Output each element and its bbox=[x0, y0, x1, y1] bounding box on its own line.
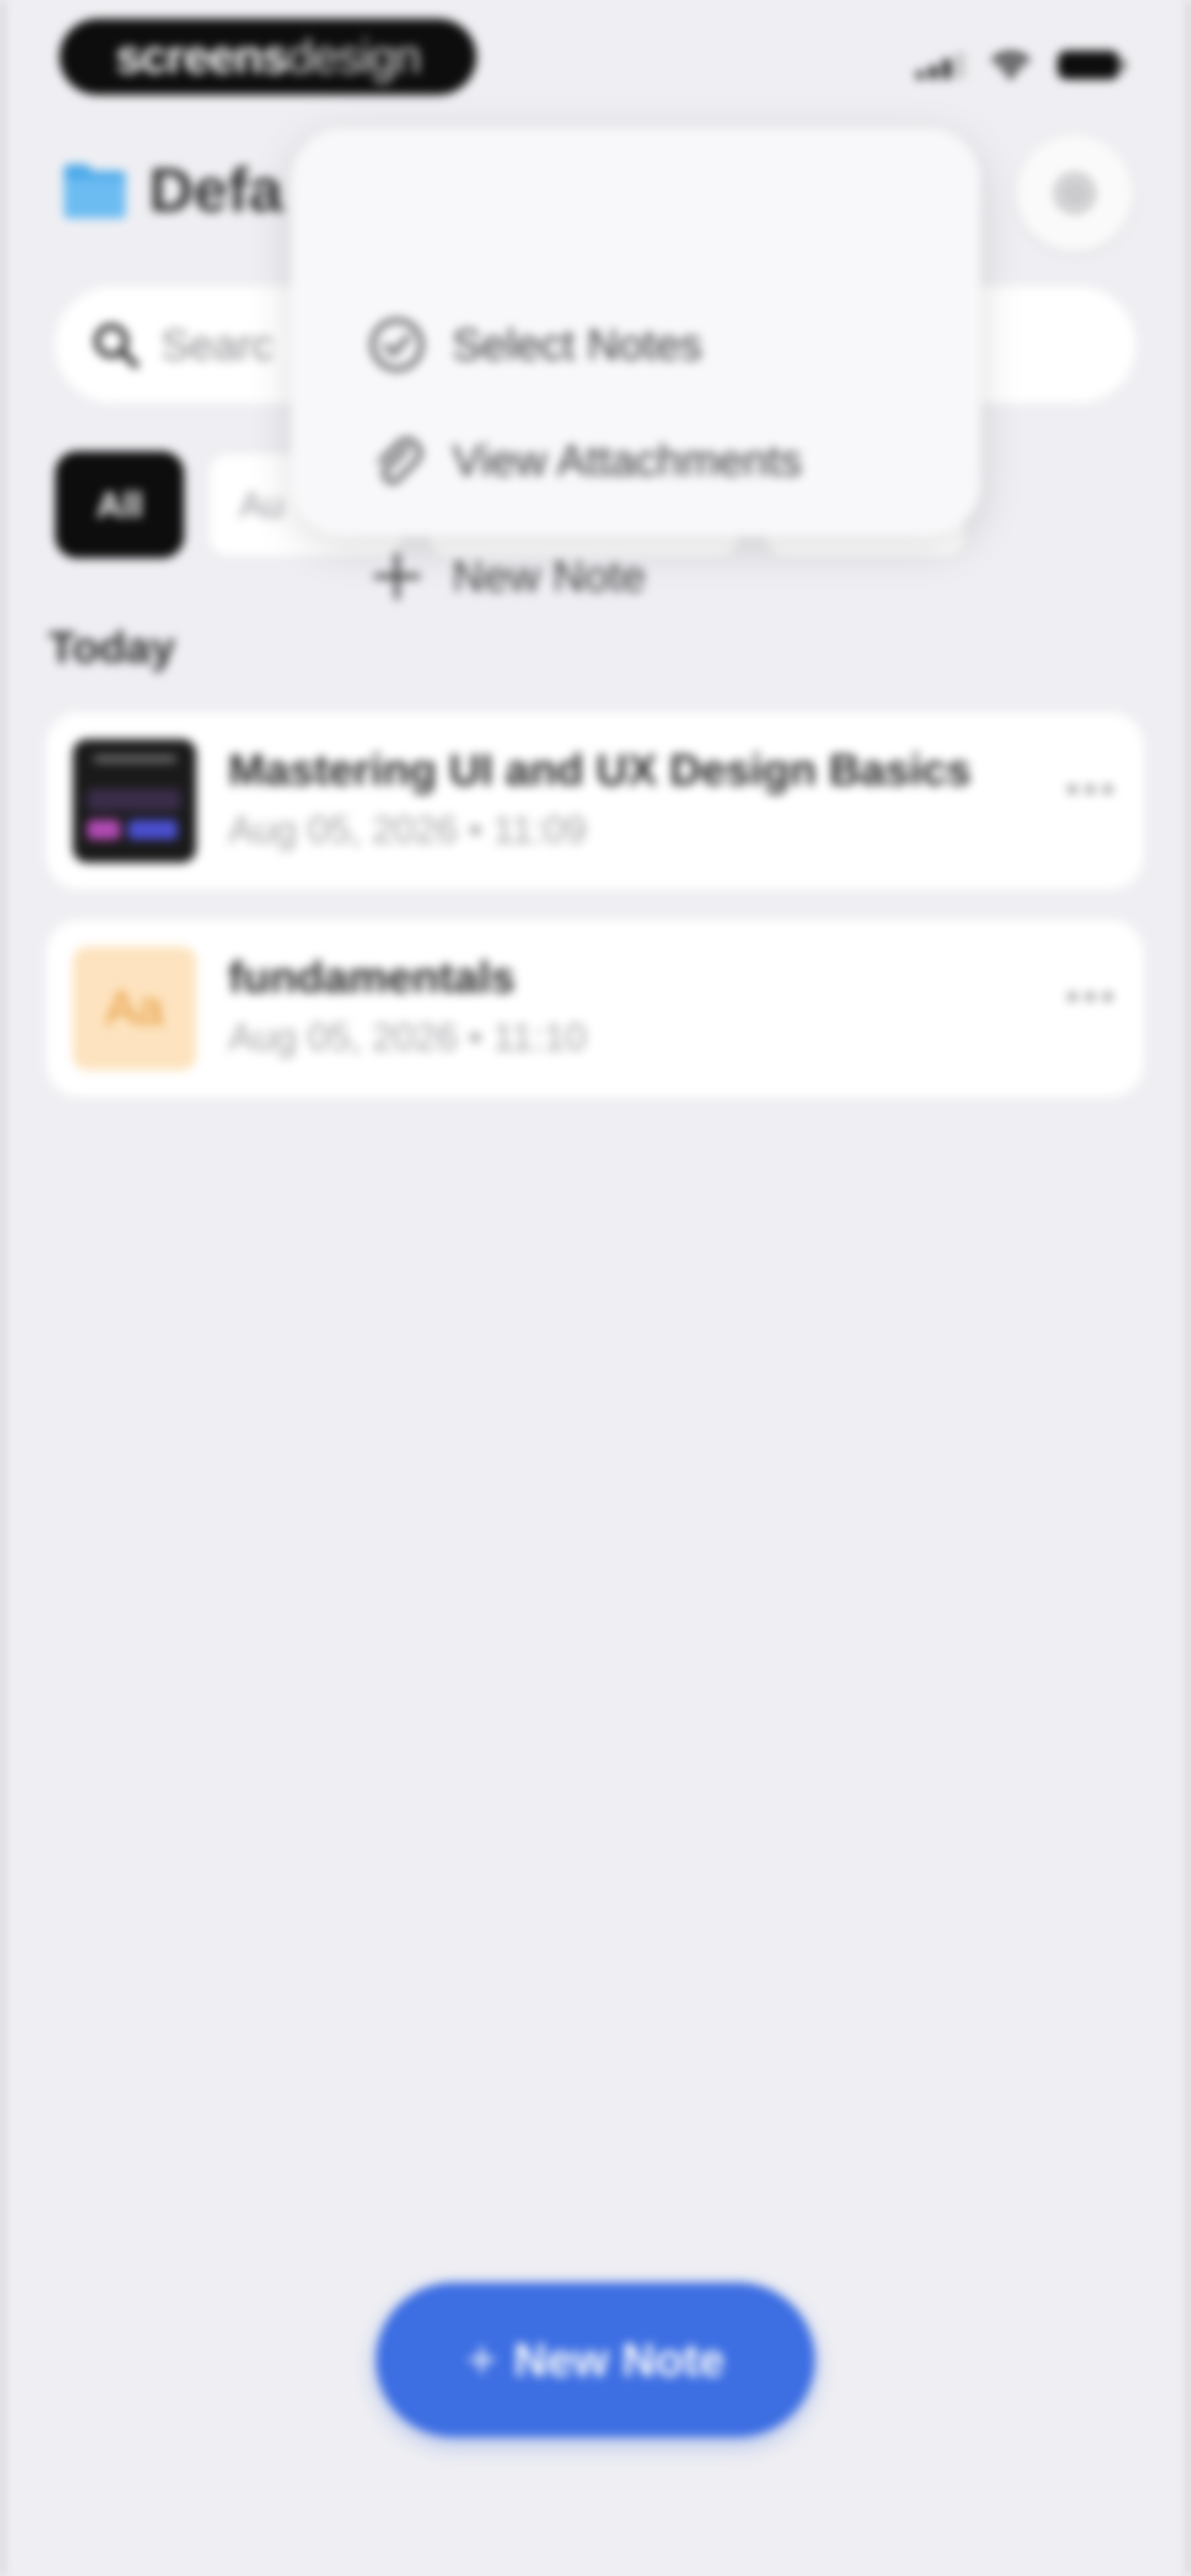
more-options-icon[interactable] bbox=[1067, 992, 1113, 1002]
note-date: Aug 05, 2026 • 11:09 bbox=[228, 808, 587, 851]
new-note-label: New Note bbox=[513, 2333, 725, 2386]
check-circle-icon bbox=[368, 316, 426, 373]
filter-chip-all[interactable]: All bbox=[55, 451, 184, 558]
new-note-button[interactable]: + New Note bbox=[376, 2283, 815, 2437]
note-card[interactable]: Aa fundamentals Aug 05, 2026 • 11:10 bbox=[46, 920, 1144, 1097]
frame-edge-left bbox=[0, 0, 3, 2576]
logo-bold-text: screens bbox=[115, 30, 288, 83]
plus-icon bbox=[368, 548, 426, 605]
menu-item-select-notes[interactable]: Select Notes bbox=[368, 303, 702, 386]
menu-item-label: View Attachments bbox=[452, 436, 802, 485]
status-icons bbox=[916, 50, 1126, 81]
menu-item-label: New Note bbox=[452, 552, 646, 601]
menu-item-label: Select Notes bbox=[452, 320, 702, 369]
menu-item-new-note[interactable]: New Note bbox=[368, 535, 646, 618]
search-icon bbox=[94, 324, 139, 368]
menu-item-view-attachments[interactable]: View Attachments bbox=[368, 419, 802, 502]
screen: screensdesign Defa All Au bbox=[0, 0, 1191, 2576]
section-label-today: Today bbox=[49, 623, 175, 672]
wifi-icon bbox=[991, 51, 1030, 79]
note-title: fundamentals bbox=[228, 953, 516, 1002]
paperclip-icon bbox=[368, 432, 426, 489]
logo-light-text: design bbox=[287, 30, 421, 83]
note-card[interactable]: Mastering UI and UX Design Basics Aug 05… bbox=[46, 713, 1144, 889]
folder-title[interactable]: Defa bbox=[149, 154, 283, 226]
gear-icon bbox=[1054, 173, 1095, 213]
settings-button[interactable] bbox=[1017, 135, 1133, 251]
screensdesign-logo: screens design bbox=[60, 19, 476, 95]
note-date: Aug 05, 2026 • 11:10 bbox=[228, 1016, 587, 1059]
frame-edge-right bbox=[1188, 0, 1191, 2576]
folder-icon bbox=[64, 164, 126, 218]
context-menu: Select Notes View Attachments New Note bbox=[291, 128, 980, 601]
signal-icon bbox=[916, 51, 964, 79]
note-thumbnail bbox=[73, 739, 196, 863]
plus-icon: + bbox=[466, 2330, 497, 2389]
battery-icon bbox=[1058, 51, 1126, 79]
note-title: Mastering UI and UX Design Basics bbox=[228, 745, 972, 794]
text-note-thumbnail: Aa bbox=[73, 947, 196, 1070]
more-options-icon[interactable] bbox=[1067, 784, 1113, 794]
